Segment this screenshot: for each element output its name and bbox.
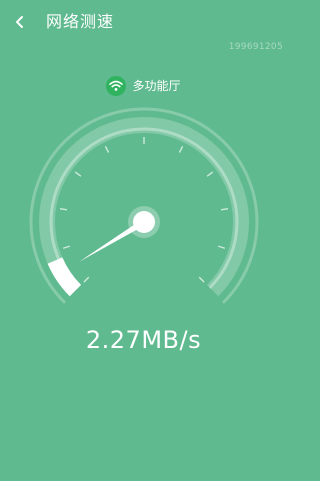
back-button[interactable] (8, 10, 32, 34)
gauge-tick (83, 276, 90, 283)
gauge-tick (198, 276, 205, 283)
gauge-tick (59, 208, 68, 211)
gauge-tick (178, 145, 184, 153)
gauge-tick (104, 145, 110, 153)
gauge-tick (74, 171, 82, 177)
gauge-tick (62, 245, 71, 249)
gauge-tick (220, 208, 229, 211)
network-info: 多功能厅 (0, 76, 287, 96)
gauge-progress-fill (47, 257, 82, 297)
watermark-id: 199691205 (228, 42, 283, 52)
wifi-badge (106, 76, 127, 96)
speedometer-gauge (29, 107, 259, 304)
page-title: 网络测速 (46, 12, 115, 31)
gauge-hub (133, 211, 155, 233)
wifi-icon (109, 80, 124, 91)
speed-value: 2.27MB/s (85, 326, 202, 354)
gauge-tick (206, 171, 214, 177)
gauge-tick (217, 245, 226, 249)
chevron-left-icon (16, 16, 23, 28)
wifi-ssid: 多功能厅 (132, 79, 181, 93)
top-bar: 网络测速 (0, 0, 287, 44)
